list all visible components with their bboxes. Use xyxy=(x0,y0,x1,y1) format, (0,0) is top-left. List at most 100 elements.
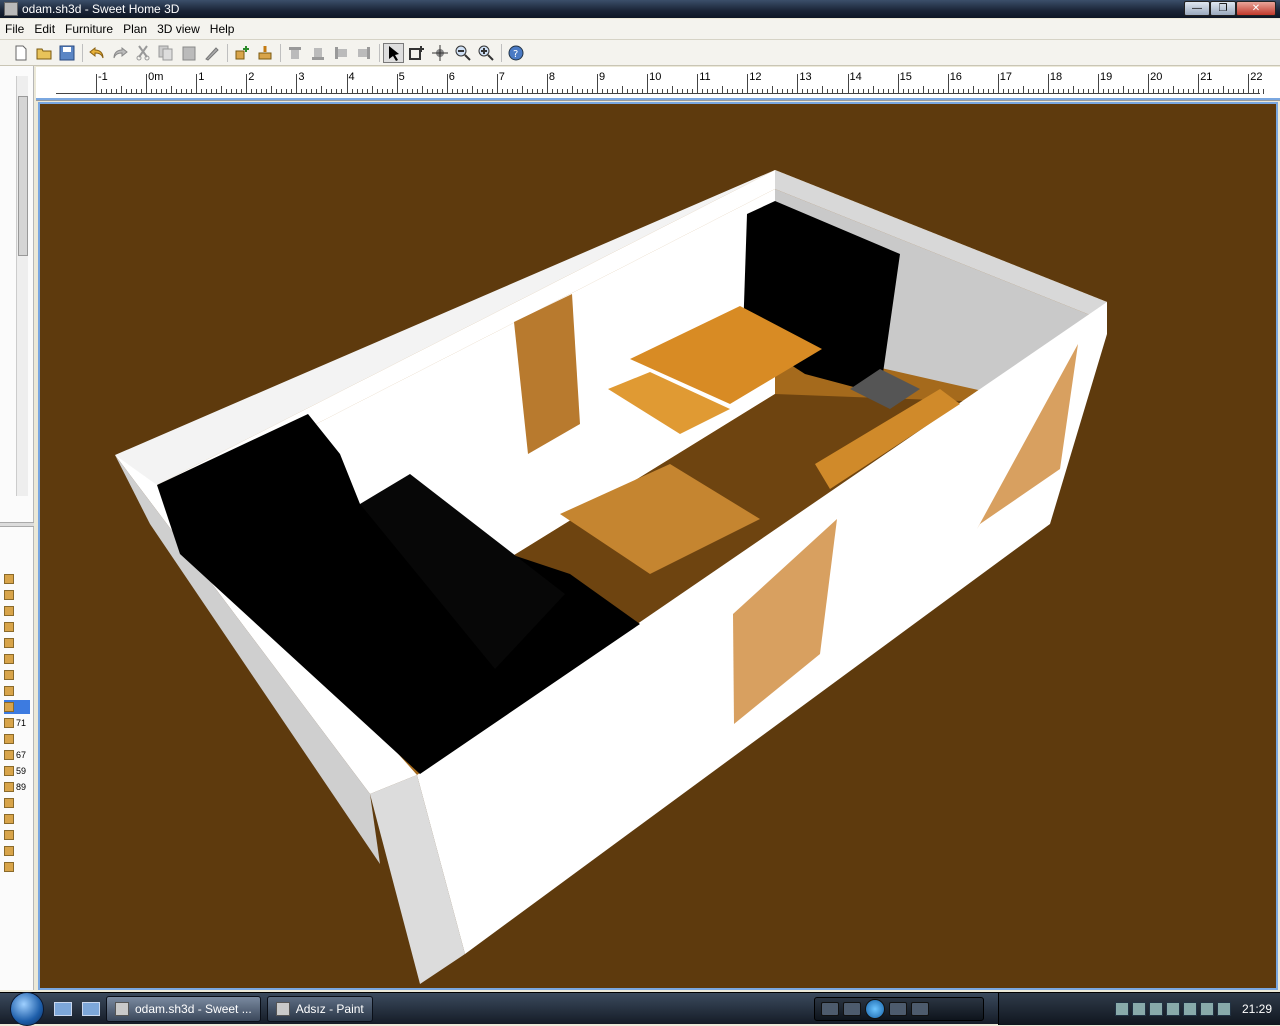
list-item[interactable] xyxy=(4,668,30,682)
3d-view[interactable] xyxy=(38,102,1278,990)
ruler-tick xyxy=(376,89,378,94)
ruler-tick xyxy=(1103,89,1104,94)
list-item[interactable] xyxy=(4,812,30,826)
list-item[interactable] xyxy=(4,684,30,698)
add-furniture-icon[interactable] xyxy=(231,43,252,63)
ruler-label: 15 xyxy=(899,71,912,83)
align-top-icon[interactable] xyxy=(284,43,305,63)
ruler-tick xyxy=(1138,89,1140,94)
previous-icon[interactable] xyxy=(843,1002,861,1016)
ruler-tick xyxy=(501,89,503,94)
ruler-tick xyxy=(1108,89,1110,94)
network-icon[interactable] xyxy=(1199,1002,1214,1016)
list-item[interactable] xyxy=(4,732,30,746)
delete-icon[interactable] xyxy=(201,43,222,63)
ruler-tick xyxy=(797,74,799,94)
menu-3d-view[interactable]: 3D view xyxy=(152,22,205,36)
align-bottom-icon[interactable] xyxy=(307,43,328,63)
switch-windows-icon[interactable] xyxy=(82,1001,100,1016)
panel-divider[interactable] xyxy=(0,522,34,527)
list-item[interactable] xyxy=(4,828,30,842)
zoom-out-icon[interactable] xyxy=(452,43,473,63)
list-item[interactable]: 89 xyxy=(4,780,30,794)
tray-icon[interactable] xyxy=(1148,1002,1163,1016)
list-item[interactable]: 67 xyxy=(4,748,30,762)
ruler-tick xyxy=(316,89,318,94)
zoom-in-icon[interactable] xyxy=(475,43,496,63)
list-item[interactable] xyxy=(4,636,30,650)
align-left-icon[interactable] xyxy=(330,43,351,63)
ruler-tick xyxy=(972,86,974,94)
list-item[interactable] xyxy=(4,572,30,586)
ruler-tick xyxy=(872,86,874,94)
ruler-tick xyxy=(657,89,659,94)
menu-file[interactable]: File xyxy=(0,22,29,36)
cut-icon[interactable] xyxy=(132,43,153,63)
ruler-tick xyxy=(1158,89,1160,94)
ruler-label: 17 xyxy=(999,71,1013,83)
list-item[interactable]: 59 xyxy=(4,764,30,778)
menu-help[interactable]: Help xyxy=(205,22,240,36)
ruler-tick xyxy=(952,89,954,94)
taskbar: odam.sh3d - Sweet ... Adsız - Paint 21:2… xyxy=(0,991,1280,1026)
start-button[interactable] xyxy=(10,991,44,1026)
select-mode-icon[interactable] xyxy=(383,42,404,63)
ruler-tick xyxy=(1062,89,1064,94)
list-item[interactable] xyxy=(4,652,30,666)
catalog-scrollbar[interactable] xyxy=(16,76,28,496)
list-item[interactable]: 71 xyxy=(4,716,30,730)
menu-plan[interactable]: Plan xyxy=(118,22,152,36)
next-icon[interactable] xyxy=(889,1002,907,1016)
create-walls-icon[interactable] xyxy=(406,43,427,63)
import-furniture-icon[interactable] xyxy=(254,43,275,63)
list-item[interactable] xyxy=(4,796,30,810)
scroll-thumb[interactable] xyxy=(18,96,28,256)
undo-icon[interactable] xyxy=(86,43,107,63)
tray-icon[interactable] xyxy=(1182,1002,1197,1016)
title-bar: odam.sh3d - Sweet Home 3D — ❐ ✕ xyxy=(0,0,1280,18)
help-icon[interactable]: ? xyxy=(505,43,526,63)
stop-icon[interactable] xyxy=(821,1002,839,1016)
show-desktop-icon[interactable] xyxy=(54,1001,72,1016)
list-item[interactable] xyxy=(4,620,30,634)
restore-button[interactable]: ❐ xyxy=(1210,1,1236,16)
ruler-tick xyxy=(1032,89,1034,94)
list-item[interactable] xyxy=(4,860,30,874)
ruler-label: 19 xyxy=(1100,71,1113,83)
clock[interactable]: 21:29 xyxy=(1242,1002,1272,1016)
open-icon[interactable] xyxy=(33,43,54,63)
new-icon[interactable] xyxy=(10,43,31,63)
copy-icon[interactable] xyxy=(155,43,176,63)
list-item-selected[interactable] xyxy=(4,700,30,714)
ruler-tick xyxy=(121,86,123,94)
ruler-tick xyxy=(747,74,749,94)
ruler-tick xyxy=(697,74,699,94)
ruler-tick xyxy=(827,89,829,94)
save-icon[interactable] xyxy=(56,43,77,63)
paste-icon[interactable] xyxy=(178,43,199,63)
ruler-tick xyxy=(767,89,769,94)
close-button[interactable]: ✕ xyxy=(1236,1,1276,16)
ruler-tick xyxy=(782,89,784,94)
tray-icon[interactable] xyxy=(1165,1002,1180,1016)
ruler-tick xyxy=(426,89,428,94)
pause-icon[interactable] xyxy=(865,999,885,1019)
menu-furniture[interactable]: Furniture xyxy=(60,22,118,36)
sweethome3d-icon xyxy=(115,1001,129,1016)
ruler-tick xyxy=(411,89,413,94)
task-paint[interactable]: Adsız - Paint xyxy=(266,995,373,1022)
ruler-tick xyxy=(586,89,588,94)
redo-icon[interactable] xyxy=(109,43,130,63)
list-item[interactable] xyxy=(4,844,30,858)
volume-icon[interactable] xyxy=(1216,1002,1231,1016)
menu-edit[interactable]: Edit xyxy=(29,22,60,36)
align-right-icon[interactable] xyxy=(353,43,374,63)
minimize-button[interactable]: — xyxy=(1184,1,1210,16)
tray-icon[interactable] xyxy=(1131,1002,1146,1016)
tray-icon[interactable] xyxy=(1114,1002,1129,1016)
list-item[interactable] xyxy=(4,588,30,602)
list-item[interactable] xyxy=(4,604,30,618)
pan-icon[interactable] xyxy=(429,43,450,63)
task-sweethome3d[interactable]: odam.sh3d - Sweet ... xyxy=(106,995,261,1022)
volume-icon[interactable] xyxy=(911,1002,929,1016)
